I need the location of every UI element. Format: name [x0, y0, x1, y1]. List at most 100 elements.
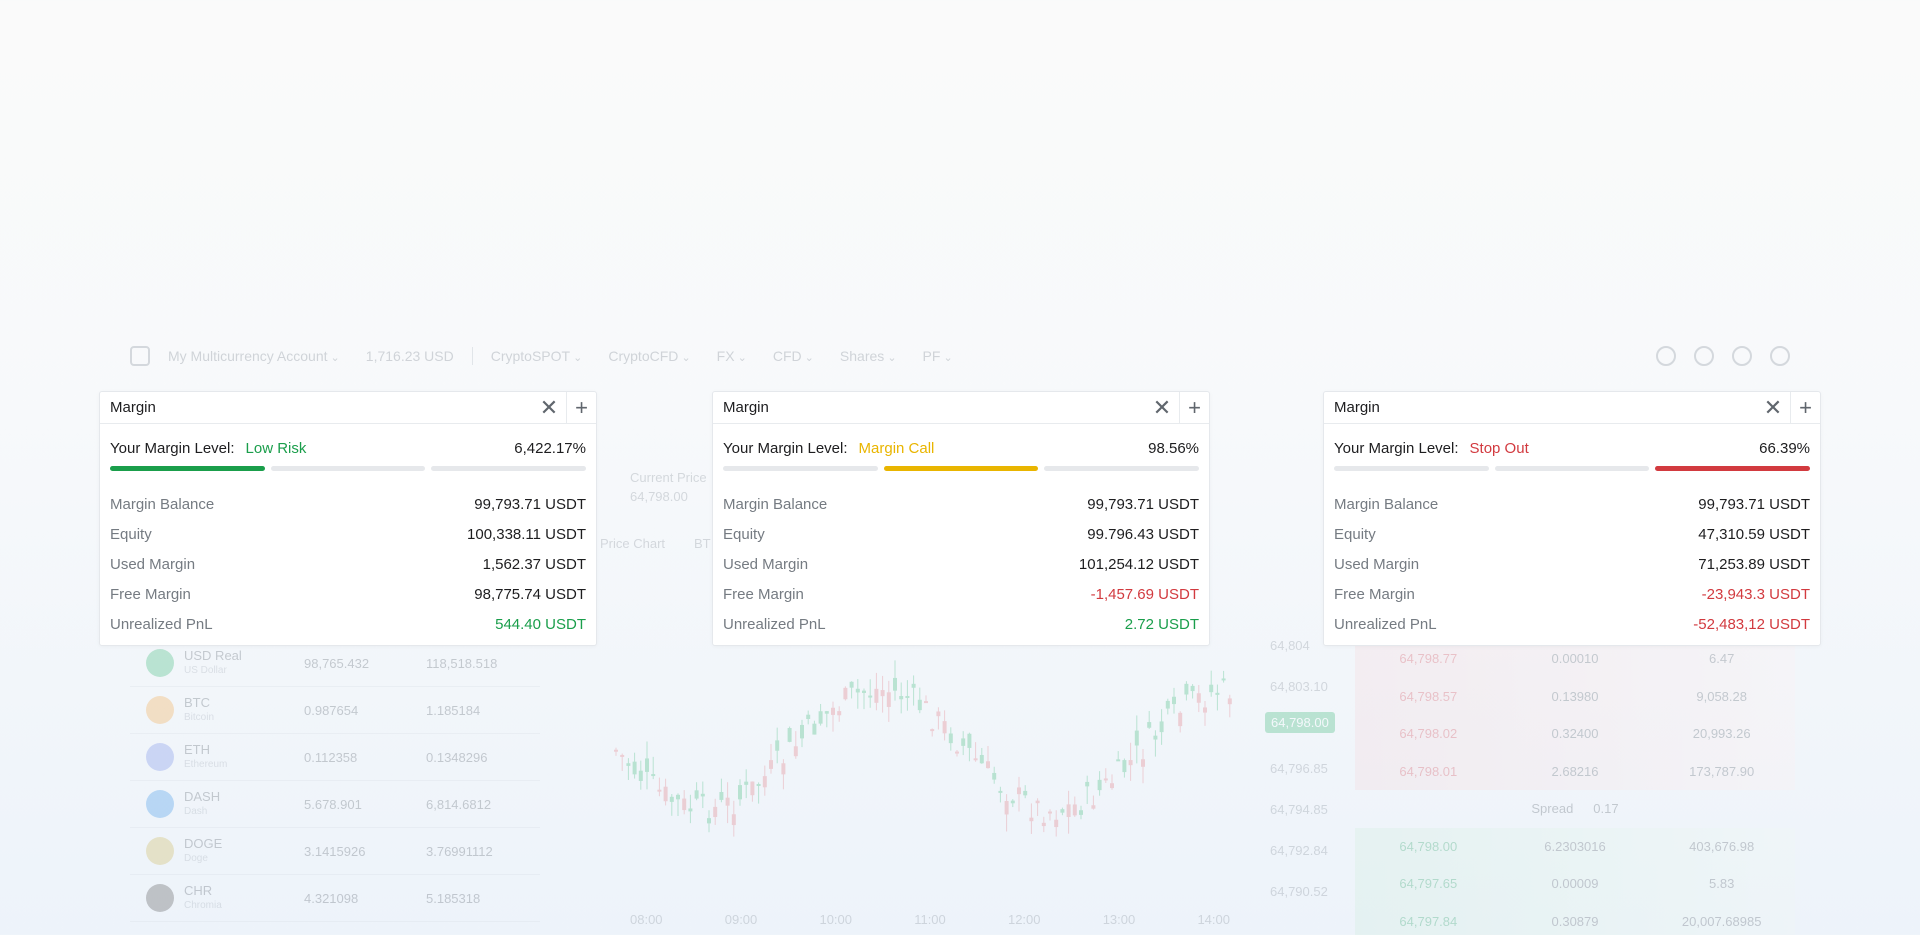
- candle-body: [992, 772, 997, 780]
- asset-name: BTC Bitcoin: [184, 695, 215, 723]
- risk-segment-call: [883, 466, 1039, 471]
- candle-body: [775, 740, 780, 751]
- candle-body: [1153, 735, 1158, 740]
- logout-icon[interactable]: [1770, 346, 1790, 366]
- spread-row[interactable]: Spread 0.17: [1355, 790, 1795, 828]
- asset-row[interactable]: USD Real US Dollar 98,765.432 118,518.518: [130, 640, 540, 687]
- asset-balance: 4.321098: [304, 890, 359, 906]
- candle-body: [886, 692, 891, 707]
- info-icon[interactable]: [1656, 346, 1676, 366]
- book-cell: 20,007.68985: [1681, 913, 1762, 929]
- ask-row[interactable]: 64,798.02 0.32400 20,993.26: [1355, 715, 1795, 753]
- book-cell: 64,798.00: [1399, 838, 1458, 854]
- margin-card-margin-call: Margin ✕ + Your Margin Level: Margin Cal…: [712, 391, 1210, 646]
- bell-icon[interactable]: [1732, 346, 1752, 366]
- candle-body: [1048, 811, 1052, 814]
- row-label: Free Margin: [1334, 585, 1415, 603]
- candle-body: [1178, 712, 1183, 727]
- bid-row[interactable]: 64,798.00 6.2303016 403,676.98: [1355, 827, 1795, 865]
- row-value: 99.796.43 USDT: [1087, 525, 1199, 543]
- ask-row[interactable]: 64,798.01 2.68216 173,787.90: [1355, 752, 1795, 790]
- coin-icon: [146, 790, 174, 818]
- candle-body: [620, 754, 625, 757]
- row-equity: Equity 100,338.11 USDT: [100, 519, 596, 549]
- asset-list: USD Real US Dollar 98,765.432 118,518.518 BT…: [130, 640, 540, 922]
- risk-segment-call: [1494, 466, 1650, 471]
- time-tick: 09:00: [724, 912, 758, 927]
- row-value: 1,562.37 USDT: [482, 555, 586, 573]
- plus-icon[interactable]: +: [566, 392, 596, 423]
- candle-body: [1184, 683, 1189, 695]
- close-icon[interactable]: ✕: [1760, 395, 1786, 421]
- card-title: Margin: [110, 399, 156, 416]
- row-margin-balance: Margin Balance 99,793.71 USDT: [100, 489, 596, 519]
- nav-item-cryptospot[interactable]: CryptoSPOT: [491, 348, 583, 364]
- candle-body: [930, 729, 935, 732]
- asset-row[interactable]: BTC Bitcoin 0.987654 1.185184: [130, 687, 540, 734]
- row-value: 544.40 USDT: [495, 615, 586, 633]
- card-header: Margin ✕ +: [713, 392, 1209, 424]
- top-nav: My Multicurrency Account 1,716.23 USD Cr…: [130, 343, 1790, 369]
- book-cell: 6.47: [1709, 651, 1735, 667]
- nav-item-shares[interactable]: Shares: [840, 348, 897, 364]
- candle-body: [818, 711, 823, 724]
- nav-item-pf[interactable]: PF: [923, 348, 953, 364]
- row-label: Equity: [723, 525, 765, 543]
- account-selector[interactable]: My Multicurrency Account: [168, 348, 340, 364]
- book-cell: 0.30879: [1551, 913, 1599, 929]
- price-tick: 64,790.52: [1270, 884, 1328, 899]
- book-cell: 173,787.90: [1689, 763, 1755, 779]
- asset-row[interactable]: ETH Ethereum 0.112358 0.1348296: [130, 734, 540, 781]
- candle-body: [669, 796, 674, 802]
- candlestick-chart: [614, 660, 1232, 837]
- risk-segment-stop: [431, 466, 587, 471]
- candle-body: [806, 714, 811, 720]
- asset-name: DASH Dash: [184, 789, 221, 817]
- risk-meter: [1324, 466, 1820, 471]
- candle-body: [1209, 684, 1214, 693]
- nav-item-fx[interactable]: FX: [717, 348, 747, 364]
- asset-value: 5.185318: [426, 890, 481, 906]
- candle-body: [986, 761, 990, 769]
- home-icon[interactable]: [130, 346, 150, 366]
- ask-row[interactable]: 64,798.57 0.13980 9,058.28: [1355, 677, 1795, 715]
- row-label: Unrealized PnL: [723, 615, 826, 633]
- bid-row[interactable]: 64,797.65 0.00009 5.83: [1355, 865, 1795, 903]
- candle-body: [1085, 781, 1090, 787]
- plus-icon[interactable]: +: [1790, 392, 1820, 423]
- candle-body: [998, 790, 1003, 793]
- close-icon[interactable]: ✕: [536, 395, 562, 421]
- margin-level-row: Your Margin Level: Low Risk 6,422.17%: [100, 436, 596, 460]
- row-margin-balance: Margin Balance 99,793.71 USDT: [713, 489, 1209, 519]
- plus-icon[interactable]: +: [1179, 392, 1209, 423]
- nav-item-cfd[interactable]: CFD: [773, 348, 814, 364]
- candle-body: [843, 687, 848, 700]
- gear-icon[interactable]: [1694, 346, 1714, 366]
- candle-body: [862, 690, 866, 693]
- asset-row[interactable]: CHR Chromia 4.321098 5.185318: [130, 875, 540, 922]
- close-icon[interactable]: ✕: [1149, 395, 1175, 421]
- asset-name: USD Real US Dollar: [184, 648, 242, 676]
- nav-item-cryptocfd[interactable]: CryptoCFD: [608, 348, 690, 364]
- asset-value: 118,518.518: [426, 655, 498, 671]
- asset-row[interactable]: DASH Dash 5.678.901 6,814.6812: [130, 781, 540, 828]
- bid-row[interactable]: 64,797.84 0.30879 20,007.68985: [1355, 902, 1795, 935]
- book-cell: 64,797.84: [1399, 913, 1458, 929]
- book-cell: 0.13980: [1551, 688, 1599, 704]
- candle-body: [626, 763, 631, 766]
- coin-icon: [146, 743, 174, 771]
- candle-body: [632, 761, 637, 775]
- candle-body: [1035, 800, 1040, 804]
- book-cell: 5.83: [1709, 876, 1735, 892]
- card-header: Margin ✕ +: [1324, 392, 1820, 424]
- margin-level-status: Stop Out: [1469, 439, 1529, 457]
- row-label: Unrealized PnL: [110, 615, 213, 633]
- candle-body: [682, 798, 687, 811]
- row-used-margin: Used Margin 101,254.12 USDT: [713, 549, 1209, 579]
- margin-details: Margin Balance 99,793.71 USDT Equity 47,31…: [1324, 489, 1820, 639]
- candle-body: [1221, 678, 1226, 681]
- candle-body: [1147, 722, 1152, 728]
- candle-body: [781, 763, 786, 775]
- asset-row[interactable]: DOGE Doge 3.1415926 3.76991112: [130, 828, 540, 875]
- candle-body: [657, 789, 662, 792]
